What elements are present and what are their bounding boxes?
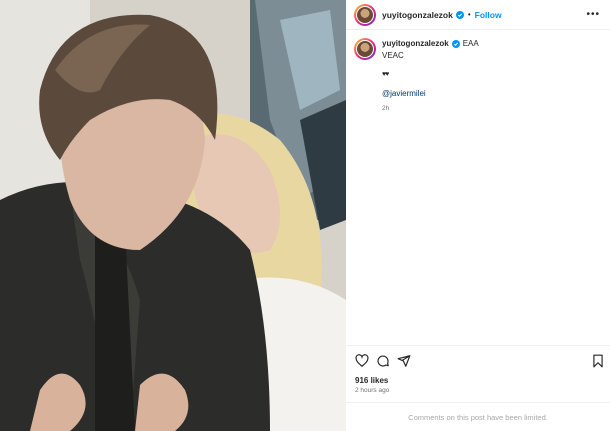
caption-tag: EAA bbox=[462, 39, 479, 48]
post-details-panel: yuyitogonzalezok • Follow ••• yuyitogonz… bbox=[346, 0, 610, 431]
post-caption: yuyitogonzalezok EAA VEAC ♥♥ @javiermile… bbox=[354, 38, 594, 114]
caption-hearts: ♥♥ bbox=[382, 71, 389, 78]
separator-dot: • bbox=[467, 10, 471, 19]
more-options-icon[interactable]: ••• bbox=[586, 9, 600, 20]
caption-relative-time: 2h bbox=[382, 105, 390, 112]
post-image-illustration bbox=[0, 0, 346, 431]
author-username[interactable]: yuyitogonzalezok bbox=[382, 10, 453, 20]
bookmark-icon[interactable] bbox=[591, 354, 605, 368]
caption-avatar[interactable] bbox=[354, 38, 376, 60]
verified-badge-icon bbox=[451, 39, 460, 48]
comment-icon[interactable] bbox=[376, 354, 390, 368]
post-header: yuyitogonzalezok • Follow ••• bbox=[346, 0, 610, 30]
post-photo[interactable] bbox=[0, 0, 346, 431]
caption-username[interactable]: yuyitogonzalezok bbox=[382, 38, 449, 49]
post-timestamp: 2 hours ago bbox=[355, 387, 390, 394]
caption-mention-link[interactable]: @javiermilei bbox=[382, 88, 479, 99]
follow-button[interactable]: Follow bbox=[475, 10, 502, 20]
verified-badge-icon bbox=[455, 10, 464, 19]
send-icon[interactable] bbox=[397, 354, 411, 368]
author-avatar[interactable] bbox=[354, 3, 376, 26]
comments-footer: Comments on this post have been limited. bbox=[346, 402, 610, 431]
caption-text: VEAC bbox=[382, 51, 404, 60]
action-bar bbox=[346, 345, 610, 376]
comments-limited-notice: Comments on this post have been limited. bbox=[408, 413, 548, 422]
heart-icon[interactable] bbox=[355, 354, 369, 368]
likes-count[interactable]: 916 likes bbox=[355, 376, 388, 385]
